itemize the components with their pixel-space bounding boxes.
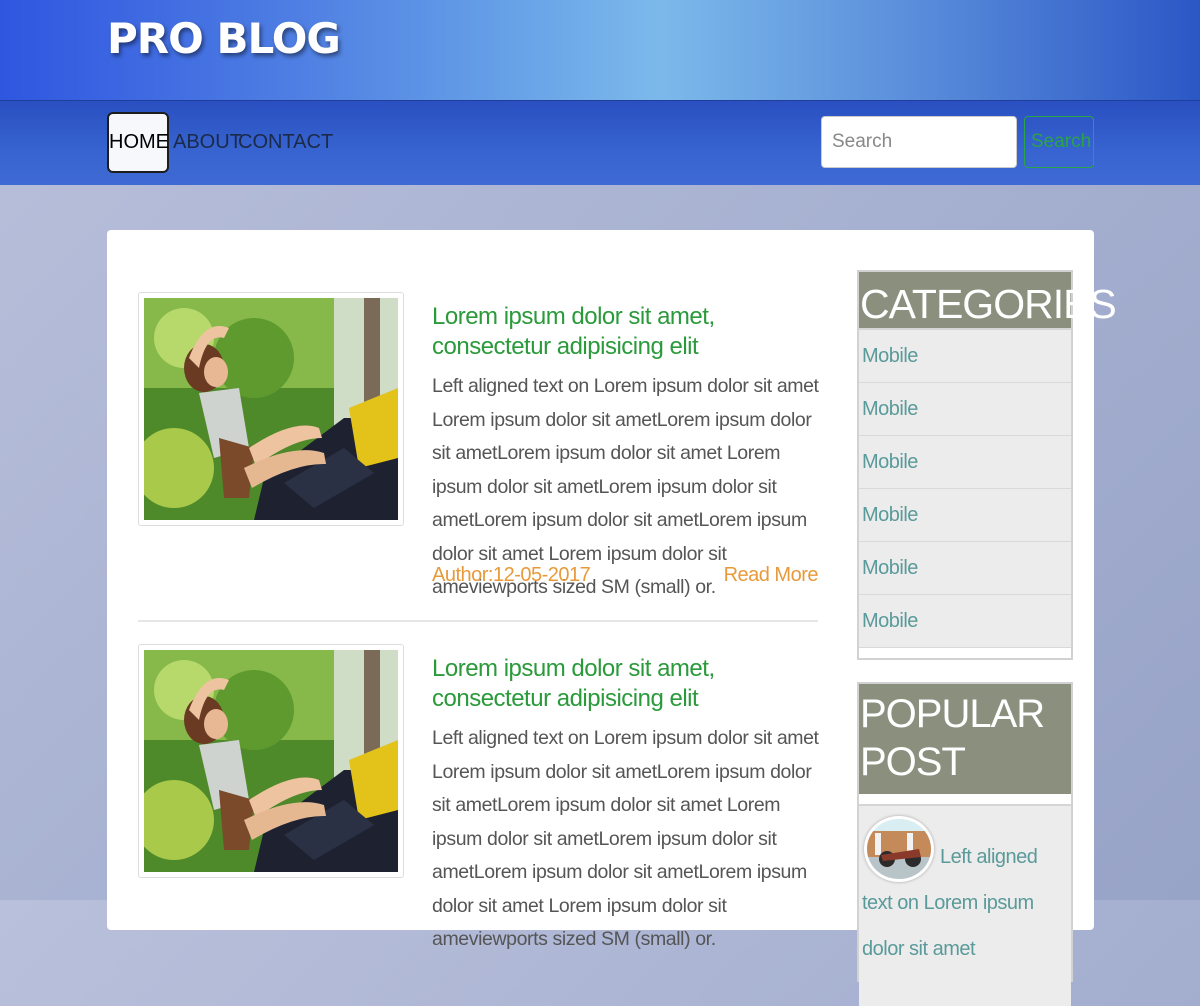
categories-heading: CATEGORIES [859, 272, 1117, 328]
popular-post-item[interactable]: Left aligned text on Lorem ipsum dolor s… [859, 804, 1071, 1006]
site-header: PRO BLOG [0, 0, 1200, 100]
category-item[interactable]: Mobile [859, 542, 1071, 595]
search-input[interactable] [821, 116, 1017, 168]
popular-post-text[interactable]: Left aligned text on Lorem ipsum dolor s… [862, 834, 1067, 972]
popular-post-heading: POPULAR POST [859, 684, 1071, 794]
categories-widget: CATEGORIES Mobile Mobile Mobile Mobile M… [857, 270, 1117, 660]
nav-home-link[interactable]: HOME [107, 112, 169, 173]
post-title[interactable]: Lorem ipsum dolor sit amet, consectetur … [432, 302, 812, 362]
popular-post-widget: POPULAR POST Left aligned text on Lorem … [857, 682, 1073, 1006]
post-author-date: Author:12-05-2017 [432, 564, 591, 586]
read-more-link[interactable]: Read More [724, 564, 819, 587]
search-button[interactable]: Search [1024, 116, 1094, 168]
category-item[interactable]: Mobile [859, 330, 1071, 383]
post-photo [144, 298, 398, 520]
post-thumbnail[interactable] [138, 644, 404, 878]
post-excerpt: Left aligned text on Lorem ipsum dolor s… [432, 727, 819, 950]
main-navbar: HOME ABOUT CONTACT Search [0, 100, 1200, 185]
category-item[interactable]: Mobile [859, 436, 1071, 489]
post-thumbnail[interactable] [138, 292, 404, 526]
category-item[interactable]: Mobile [859, 489, 1071, 542]
post-title[interactable]: Lorem ipsum dolor sit amet, consectetur … [432, 654, 812, 714]
categories-list: Mobile Mobile Mobile Mobile Mobile Mobil… [859, 328, 1071, 648]
nav-about-link[interactable]: ABOUT [173, 123, 242, 157]
post-photo [144, 650, 398, 872]
site-logo[interactable]: PRO BLOG [107, 14, 341, 63]
nav-contact-link[interactable]: CONTACT [238, 123, 333, 157]
category-item[interactable]: Mobile [859, 595, 1071, 648]
post-divider [138, 620, 818, 622]
category-item[interactable]: Mobile [859, 383, 1071, 436]
main-content: Lorem ipsum dolor sit amet, consectetur … [107, 230, 1117, 1006]
